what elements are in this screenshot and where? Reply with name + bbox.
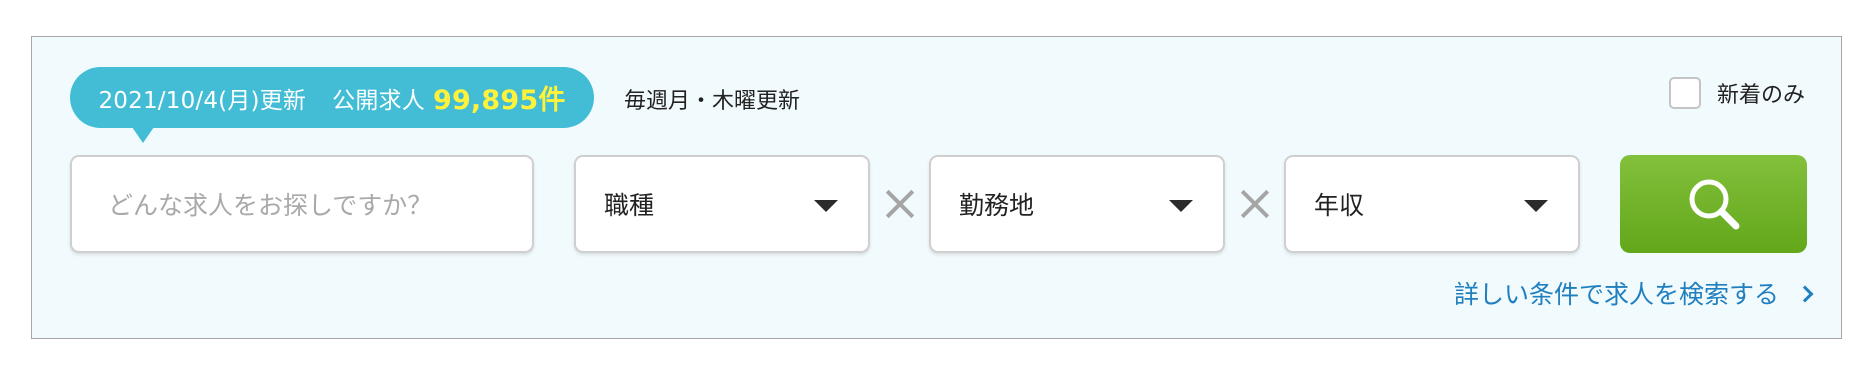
times-icon [1240, 189, 1270, 219]
keyword-placeholder: どんな求人をお探しですか？ [108, 191, 433, 220]
keyword-search-input[interactable]: どんな求人をお探しですか？ [70, 155, 534, 253]
update-date: 2021/10/4(月)更新 [98, 87, 307, 114]
income-select[interactable]: 年収 [1284, 155, 1580, 253]
chevron-down-icon [814, 200, 838, 212]
location-select[interactable]: 勤務地 [929, 155, 1225, 253]
badge-pointer [132, 127, 154, 143]
chevron-right-icon [1796, 285, 1814, 303]
public-jobs-label: 公開求人 [332, 87, 425, 114]
new-only-filter[interactable]: 新着のみ [1668, 77, 1805, 109]
advanced-search-label[interactable]: 詳しい条件で求人を検索する [1454, 275, 1779, 311]
update-info-badge: 2021/10/4(月)更新 公開求人 99,895件 [70, 67, 594, 143]
location-value: 勤務地 [959, 191, 1035, 220]
search-button[interactable] [1620, 155, 1807, 253]
job-type-value: 職種 [604, 191, 655, 220]
search-icon [1689, 179, 1739, 230]
public-jobs-count: 99,895件 [432, 85, 566, 116]
job-search-panel: 2021/10/4(月)更新 公開求人 99,895件 毎週月・木曜更新 新着の… [31, 36, 1842, 339]
job-type-select[interactable]: 職種 [574, 155, 870, 253]
times-icon [885, 189, 915, 219]
update-schedule-note: 毎週月・木曜更新 [624, 89, 801, 114]
income-value: 年収 [1314, 191, 1365, 220]
chevron-down-icon [1169, 200, 1193, 212]
advanced-search-link[interactable]: 詳しい条件で求人を検索する [1454, 275, 1814, 311]
new-only-label[interactable]: 新着のみ [1717, 77, 1805, 109]
new-only-checkbox[interactable] [1668, 77, 1701, 109]
chevron-down-icon [1524, 200, 1548, 212]
